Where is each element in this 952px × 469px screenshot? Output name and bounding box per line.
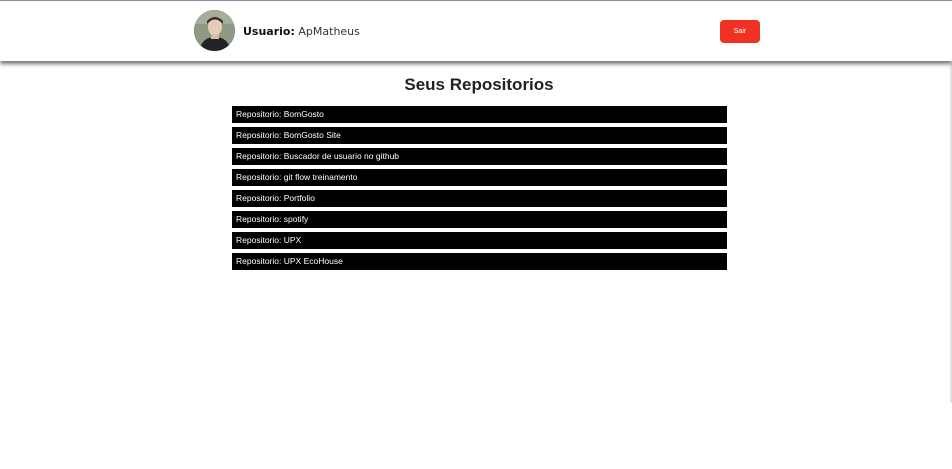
page-title: Seus Repositorios — [404, 75, 554, 94]
repository-name: UPX — [283, 235, 302, 245]
repository-item[interactable]: Repositorio: BomGosto — [232, 106, 727, 123]
repository-item[interactable]: Repositorio: UPX EcoHouse — [232, 253, 727, 270]
repository-prefix: Repositorio: — [236, 151, 282, 161]
repository-item[interactable]: Repositorio: UPX — [232, 232, 727, 249]
repository-name: UPX EcoHouse — [283, 256, 343, 266]
repository-prefix: Repositorio: — [236, 235, 282, 245]
repository-item[interactable]: Repositorio: spotify — [232, 211, 727, 228]
repository-prefix: Repositorio: — [236, 193, 282, 203]
repository-name: BomGosto Site — [283, 130, 341, 140]
repository-prefix: Repositorio: — [236, 256, 282, 266]
app-frame: Usuario: ApMatheus Sair Seus Repositorio… — [0, 0, 952, 469]
repository-item[interactable]: Repositorio: Portfolio — [232, 190, 727, 207]
repository-name: Portfolio — [283, 193, 315, 203]
avatar — [194, 10, 235, 51]
logout-button[interactable]: Sair — [720, 20, 760, 43]
user-label: Usuario: — [243, 25, 295, 38]
repository-prefix: Repositorio: — [236, 214, 282, 224]
repository-name: Buscador de usuario no github — [283, 151, 400, 161]
repository-prefix: Repositorio: — [236, 109, 282, 119]
repository-name: spotify — [283, 214, 309, 224]
user-info: Usuario: ApMatheus — [243, 25, 360, 38]
repository-item[interactable]: Repositorio: git flow treinamento — [232, 169, 727, 186]
repository-name: git flow treinamento — [283, 172, 358, 182]
repository-prefix: Repositorio: — [236, 172, 282, 182]
username: ApMatheus — [298, 25, 360, 38]
repository-name: BomGosto — [283, 109, 324, 119]
repository-list: Repositorio: BomGosto Repositorio: BomGos… — [232, 106, 727, 274]
repository-prefix: Repositorio: — [236, 130, 282, 140]
repository-item[interactable]: Repositorio: Buscador de usuario no gith… — [232, 148, 727, 165]
top-bar: Usuario: ApMatheus Sair — [0, 1, 952, 61]
repository-item[interactable]: Repositorio: BomGosto Site — [232, 127, 727, 144]
